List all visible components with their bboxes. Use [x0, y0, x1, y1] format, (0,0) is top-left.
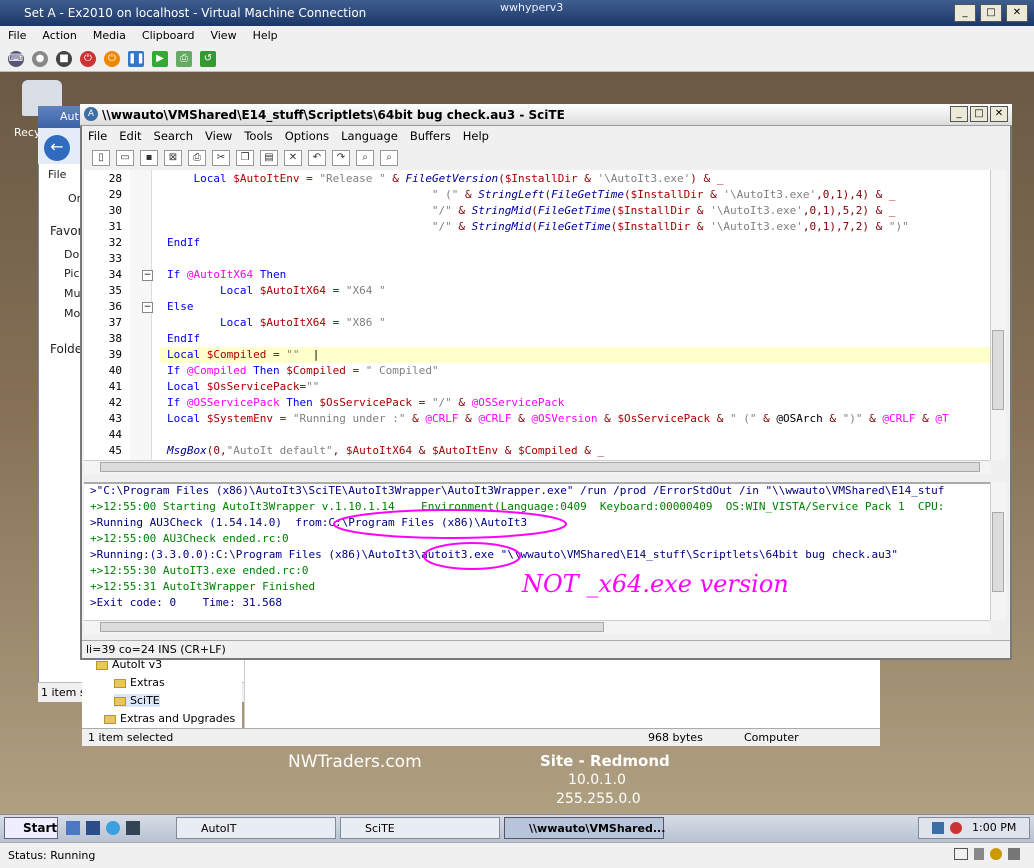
taskbar-item-scite[interactable]: SciTE — [340, 817, 500, 839]
vm-statusbar: Status: Running — [0, 842, 1034, 868]
taskbar-item-scite-file[interactable]: \\wwauto\VMShared... — [504, 817, 665, 839]
clock[interactable]: 1:00 PM — [972, 821, 1016, 834]
highlight-ellipse-autoit3-exe — [423, 542, 521, 570]
volume-muted-icon[interactable] — [950, 822, 962, 834]
quick-launch — [66, 821, 140, 835]
server-manager-icon[interactable] — [86, 821, 100, 835]
start-button[interactable]: Start — [4, 817, 58, 839]
annotation-ellipses — [333, 509, 567, 570]
taskbar-item-autoit[interactable]: AutoIT — [176, 817, 336, 839]
show-desktop-icon[interactable] — [66, 821, 80, 835]
network-icon[interactable] — [932, 822, 944, 834]
annotation-text: NOT _x64.exe version — [522, 570, 789, 598]
powershell-icon[interactable] — [126, 821, 140, 835]
resize-grip-icon — [1008, 848, 1020, 860]
keyboard-icon — [954, 848, 968, 860]
highlight-ellipse-autoit3-path — [333, 509, 567, 539]
lock-icon — [974, 848, 984, 860]
internet-explorer-icon[interactable] — [106, 821, 120, 835]
status-icons — [954, 848, 1020, 860]
mouse-icon — [990, 848, 1002, 860]
